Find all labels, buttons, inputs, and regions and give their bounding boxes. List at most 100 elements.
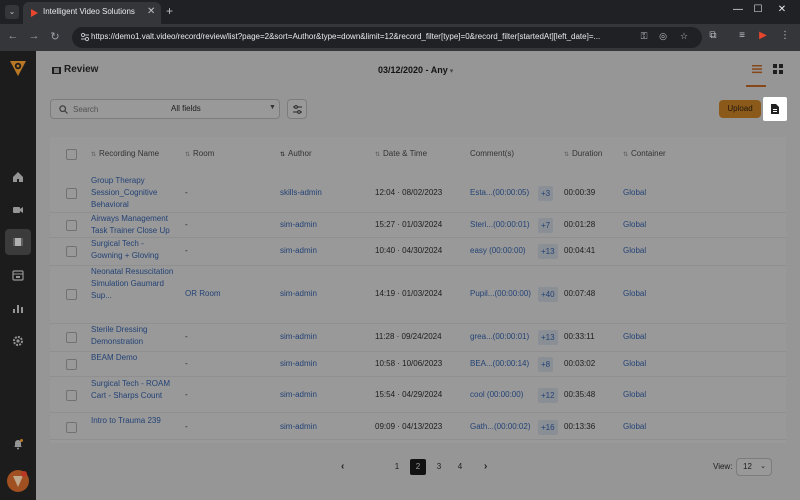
- more-comments-badge[interactable]: +13: [538, 244, 558, 259]
- row-checkbox[interactable]: [66, 332, 77, 343]
- container-link[interactable]: Global: [623, 390, 646, 399]
- forward-icon[interactable]: →: [27, 30, 41, 42]
- comment-link[interactable]: Steri...(00:00:01): [470, 220, 530, 229]
- row-checkbox[interactable]: [66, 358, 77, 370]
- browser-tab[interactable]: Intelligent Video Solutions ✕: [23, 2, 161, 24]
- comment-link[interactable]: BEA...(00:00:14): [470, 359, 529, 368]
- page-size-select[interactable]: 12 ⌄: [736, 458, 772, 476]
- site-info-icon[interactable]: [80, 32, 90, 42]
- column-header[interactable]: ⇅ Container: [623, 149, 666, 158]
- container-link[interactable]: Global: [623, 246, 646, 255]
- author-link[interactable]: sim-admin: [280, 332, 317, 341]
- recording-name-link[interactable]: Intro to Trauma 239: [91, 415, 177, 427]
- author-link[interactable]: sim-admin: [280, 246, 317, 255]
- page-number[interactable]: 4: [452, 459, 468, 475]
- recording-name-link[interactable]: Surgical Tech - Gowning + Gloving: [91, 238, 177, 262]
- author-link[interactable]: sim-admin: [280, 422, 317, 431]
- container-link[interactable]: Global: [623, 332, 646, 341]
- container-link[interactable]: Global: [623, 422, 646, 431]
- page-number[interactable]: 2: [410, 459, 426, 475]
- recording-name-link[interactable]: Neonatal Resuscitation Simulation Gaumar…: [91, 266, 177, 302]
- more-comments-badge[interactable]: +13: [538, 330, 558, 345]
- sidebar-item-home[interactable]: [5, 164, 31, 190]
- room-cell[interactable]: OR Room: [185, 289, 221, 298]
- author-link[interactable]: sim-admin: [280, 390, 317, 399]
- column-header[interactable]: ⇅ Date & Time: [375, 149, 427, 158]
- row-checkbox[interactable]: [66, 389, 77, 401]
- avatar[interactable]: [7, 470, 29, 492]
- upload-button[interactable]: Upload: [719, 100, 761, 118]
- bookmark-star-icon[interactable]: ☆: [678, 31, 690, 43]
- more-comments-badge[interactable]: +3: [538, 186, 554, 201]
- sidebar-item-reports[interactable]: [5, 295, 31, 321]
- recording-name-link[interactable]: Surgical Tech - ROAM Cart - Sharps Count: [91, 378, 177, 402]
- chevron-down-icon[interactable]: ▼: [269, 104, 276, 111]
- window-close-icon[interactable]: ✕: [772, 4, 792, 15]
- author-link[interactable]: skills-admin: [280, 188, 322, 197]
- comment-link[interactable]: Pupil...(00:00:00): [470, 289, 531, 298]
- container-link[interactable]: Global: [623, 188, 646, 197]
- browser-menu-icon[interactable]: ⋮: [778, 30, 792, 41]
- sidebar-item-settings[interactable]: [5, 328, 31, 354]
- column-header[interactable]: ⇅ Recording Name: [91, 149, 159, 158]
- recording-name-link[interactable]: Sterile Dressing Demonstration: [91, 324, 177, 348]
- back-icon[interactable]: ←: [6, 30, 20, 42]
- container-link[interactable]: Global: [623, 359, 646, 368]
- recording-name-link[interactable]: Airways Management Task Trainer Close Up: [91, 213, 177, 237]
- column-header[interactable]: ⇅ Author: [280, 149, 312, 158]
- advanced-filter-button[interactable]: [287, 99, 307, 119]
- column-header[interactable]: ⇅ Duration: [564, 149, 602, 158]
- list-view-icon[interactable]: [751, 63, 763, 75]
- sidebar-item-review[interactable]: [5, 229, 31, 255]
- comment-link[interactable]: cool (00:00:00): [470, 390, 523, 399]
- row-checkbox[interactable]: [66, 246, 77, 257]
- comment-link[interactable]: grea...(00:00:01): [470, 332, 529, 341]
- select-all-checkbox[interactable]: [66, 149, 77, 160]
- tab-close-icon[interactable]: ✕: [147, 6, 155, 17]
- minimize-icon[interactable]: —: [728, 4, 748, 15]
- tab-search-button[interactable]: ⌄: [5, 5, 19, 19]
- field-filter-select[interactable]: All fields: [171, 104, 201, 113]
- search-input[interactable]: [73, 103, 163, 115]
- new-tab-icon[interactable]: +: [166, 4, 173, 18]
- key-icon[interactable]: ⚿: [638, 31, 650, 43]
- column-header[interactable]: ⇅ Room: [185, 149, 214, 158]
- grid-view-icon[interactable]: [773, 64, 783, 74]
- eye-off-icon[interactable]: ◎: [657, 31, 669, 43]
- reload-icon[interactable]: ↻: [48, 30, 62, 43]
- row-checkbox[interactable]: [66, 289, 77, 300]
- recording-name-link[interactable]: BEAM Demo: [91, 352, 177, 364]
- valt-extension-icon[interactable]: ▶: [756, 30, 770, 41]
- page-number[interactable]: 3: [431, 459, 447, 475]
- media-icon[interactable]: ≡: [735, 30, 749, 41]
- comment-link[interactable]: easy (00:00:00): [470, 246, 526, 255]
- row-checkbox[interactable]: [66, 188, 77, 199]
- more-comments-badge[interactable]: +40: [538, 287, 558, 302]
- more-comments-badge[interactable]: +12: [538, 387, 558, 403]
- valt-logo-icon[interactable]: [9, 59, 27, 77]
- next-page-icon[interactable]: ›: [484, 461, 487, 472]
- more-comments-badge[interactable]: +7: [538, 217, 554, 233]
- maximize-icon[interactable]: ☐: [748, 4, 768, 15]
- author-link[interactable]: sim-admin: [280, 220, 317, 229]
- page-number[interactable]: 1: [389, 459, 405, 475]
- more-comments-badge[interactable]: +16: [538, 419, 558, 435]
- author-link[interactable]: sim-admin: [280, 359, 317, 368]
- recording-name-link[interactable]: Group Therapy Session_Cognitive Behavior…: [91, 175, 177, 211]
- sidebar-item-video[interactable]: [5, 197, 31, 223]
- container-link[interactable]: Global: [623, 289, 646, 298]
- prev-page-icon[interactable]: ‹: [341, 461, 344, 472]
- comment-link[interactable]: Esta...(00:00:05): [470, 188, 529, 197]
- address-bar[interactable]: https://demo1.valt.video/record/review/l…: [72, 27, 702, 48]
- row-checkbox[interactable]: [66, 421, 77, 433]
- sidebar-item-notifications[interactable]: [5, 431, 31, 457]
- container-link[interactable]: Global: [623, 220, 646, 229]
- more-comments-badge[interactable]: +8: [538, 356, 554, 372]
- author-link[interactable]: sim-admin: [280, 289, 317, 298]
- row-checkbox[interactable]: [66, 219, 77, 231]
- sidebar-item-schedule[interactable]: [5, 262, 31, 288]
- date-range-filter[interactable]: 03/12/2020 - Any ▾: [378, 65, 453, 75]
- comment-link[interactable]: Gath...(00:00:02): [470, 422, 530, 431]
- export-file-button[interactable]: [763, 97, 787, 121]
- extensions-icon[interactable]: ⧉: [706, 30, 720, 41]
